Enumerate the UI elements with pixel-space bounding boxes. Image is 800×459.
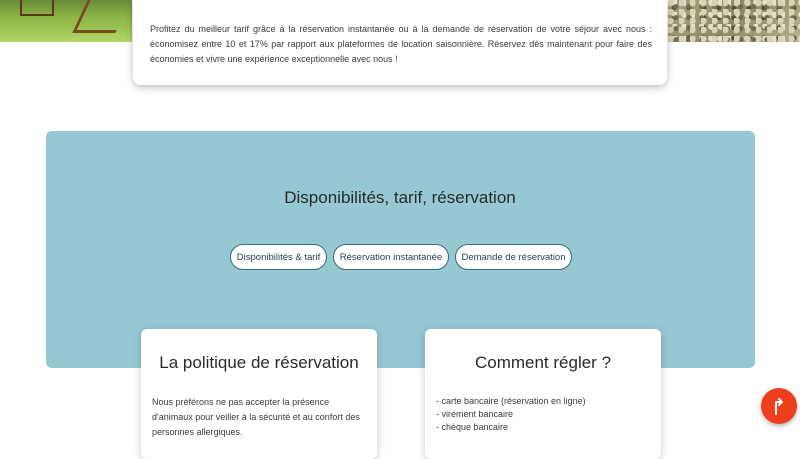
policy-card: La politique de réservation Nous préféro… <box>141 329 377 459</box>
intro-text: Profitez du meilleur tarif grâce à la ré… <box>150 24 652 64</box>
policy-title: La politique de réservation <box>159 353 359 372</box>
policy-text: Nous préférons ne pas accepter la présen… <box>152 397 360 437</box>
booking-title: Disponibilités, tarif, réservation <box>284 188 516 207</box>
booking-request-button[interactable]: Demande de réservation <box>455 244 572 270</box>
garden-photo <box>0 0 132 42</box>
availability-rate-button[interactable]: Disponibilités & tarif <box>230 244 327 270</box>
payment-card: Comment régler ? - carte bancaire (réser… <box>425 329 661 459</box>
arrow-up-icon <box>775 398 783 415</box>
payment-title: Comment régler ? <box>474 353 612 372</box>
bench-shape <box>20 0 54 16</box>
payment-list: - carte bancaire (réservation en ligne) … <box>436 395 652 434</box>
scroll-top-button[interactable] <box>761 388 797 424</box>
instant-booking-button[interactable]: Réservation instantanée <box>333 244 449 270</box>
intro-card: Profitez du meilleur tarif grâce à la ré… <box>133 0 667 85</box>
list-item: - chèque bancaire <box>436 422 509 432</box>
deckchair-shape <box>72 0 131 33</box>
list-item: - carte bancaire (réservation en ligne) <box>436 396 586 406</box>
gravel-photo <box>668 0 800 42</box>
list-item: - virement bancaire <box>436 409 514 419</box>
